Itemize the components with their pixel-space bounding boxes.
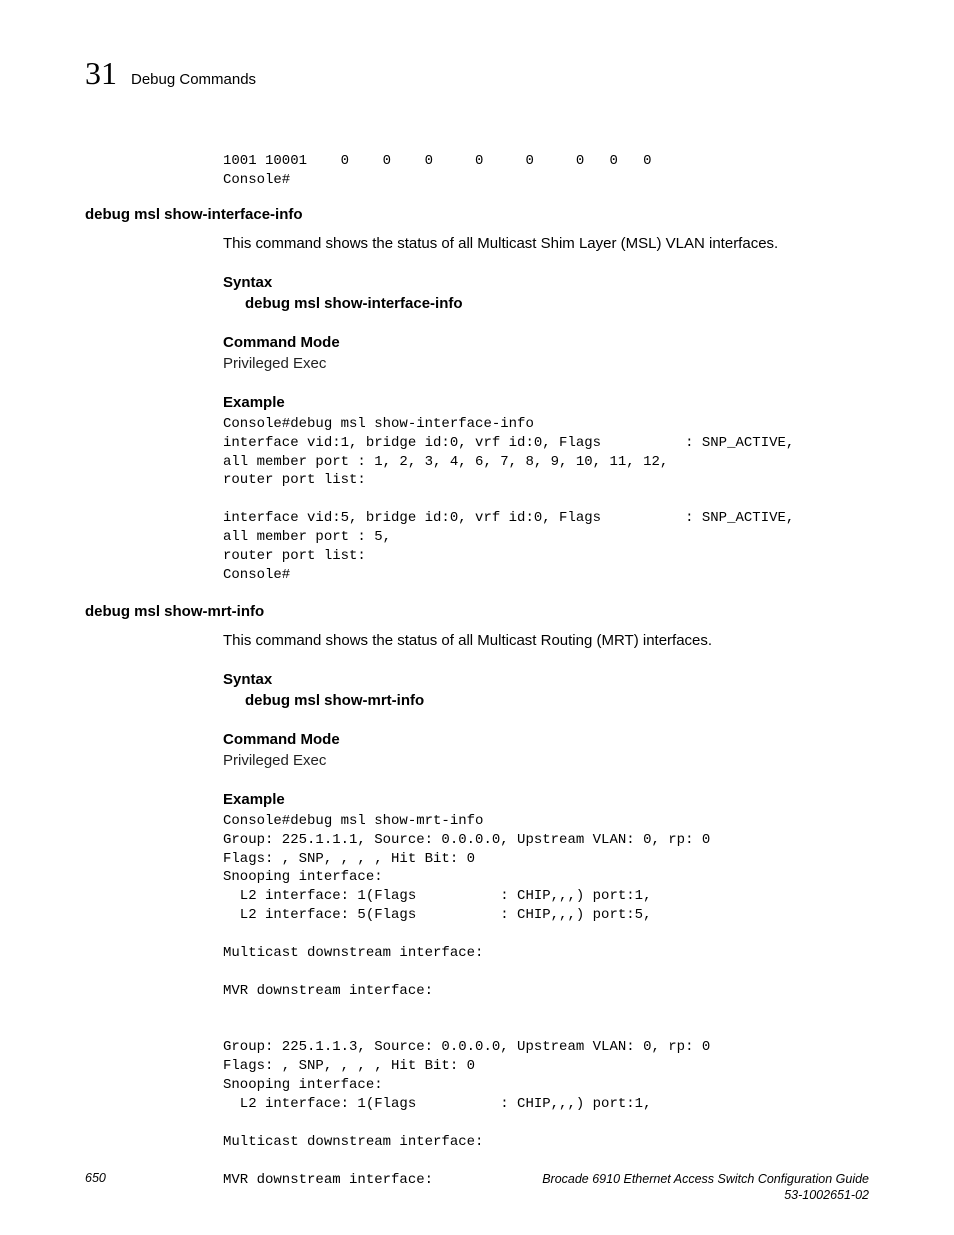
page: 31 Debug Commands 1001 10001 0 0 0 0 0 0… (0, 0, 954, 1235)
chapter-number: 31 (85, 55, 117, 92)
example-code-2: Console#debug msl show-mrt-info Group: 2… (223, 812, 869, 1190)
mode-value-2: Privileged Exec (223, 752, 869, 769)
page-number: 650 (85, 1171, 106, 1185)
section-heading-2: debug msl show-mrt-info (85, 603, 869, 620)
chapter-header: 31 Debug Commands (85, 55, 869, 92)
syntax-label-1: Syntax (223, 274, 869, 291)
footer-right: Brocade 6910 Ethernet Access Switch Conf… (542, 1171, 869, 1204)
example-code-1: Console#debug msl show-interface-info in… (223, 415, 869, 585)
footer-book: Brocade 6910 Ethernet Access Switch Conf… (542, 1172, 869, 1186)
footer-doc: 53-1002651-02 (784, 1188, 869, 1202)
mode-label-2: Command Mode (223, 731, 869, 748)
syntax-cmd-1: debug msl show-interface-info (245, 295, 869, 312)
section1-content: This command shows the status of all Mul… (223, 235, 869, 585)
footer: 650 Brocade 6910 Ethernet Access Switch … (85, 1171, 869, 1204)
chapter-title: Debug Commands (131, 71, 256, 88)
mode-value-1: Privileged Exec (223, 355, 869, 372)
section2-description: This command shows the status of all Mul… (223, 632, 869, 649)
section2-content: This command shows the status of all Mul… (223, 632, 869, 1190)
syntax-label-2: Syntax (223, 671, 869, 688)
code-block-top: 1001 10001 0 0 0 0 0 0 0 0 Console# (223, 152, 869, 190)
mode-label-1: Command Mode (223, 334, 869, 351)
section-heading-1: debug msl show-interface-info (85, 206, 869, 223)
console-output-top: 1001 10001 0 0 0 0 0 0 0 0 Console# (223, 152, 869, 190)
syntax-cmd-2: debug msl show-mrt-info (245, 692, 869, 709)
example-label-1: Example (223, 394, 869, 411)
example-label-2: Example (223, 791, 869, 808)
section1-description: This command shows the status of all Mul… (223, 235, 869, 252)
